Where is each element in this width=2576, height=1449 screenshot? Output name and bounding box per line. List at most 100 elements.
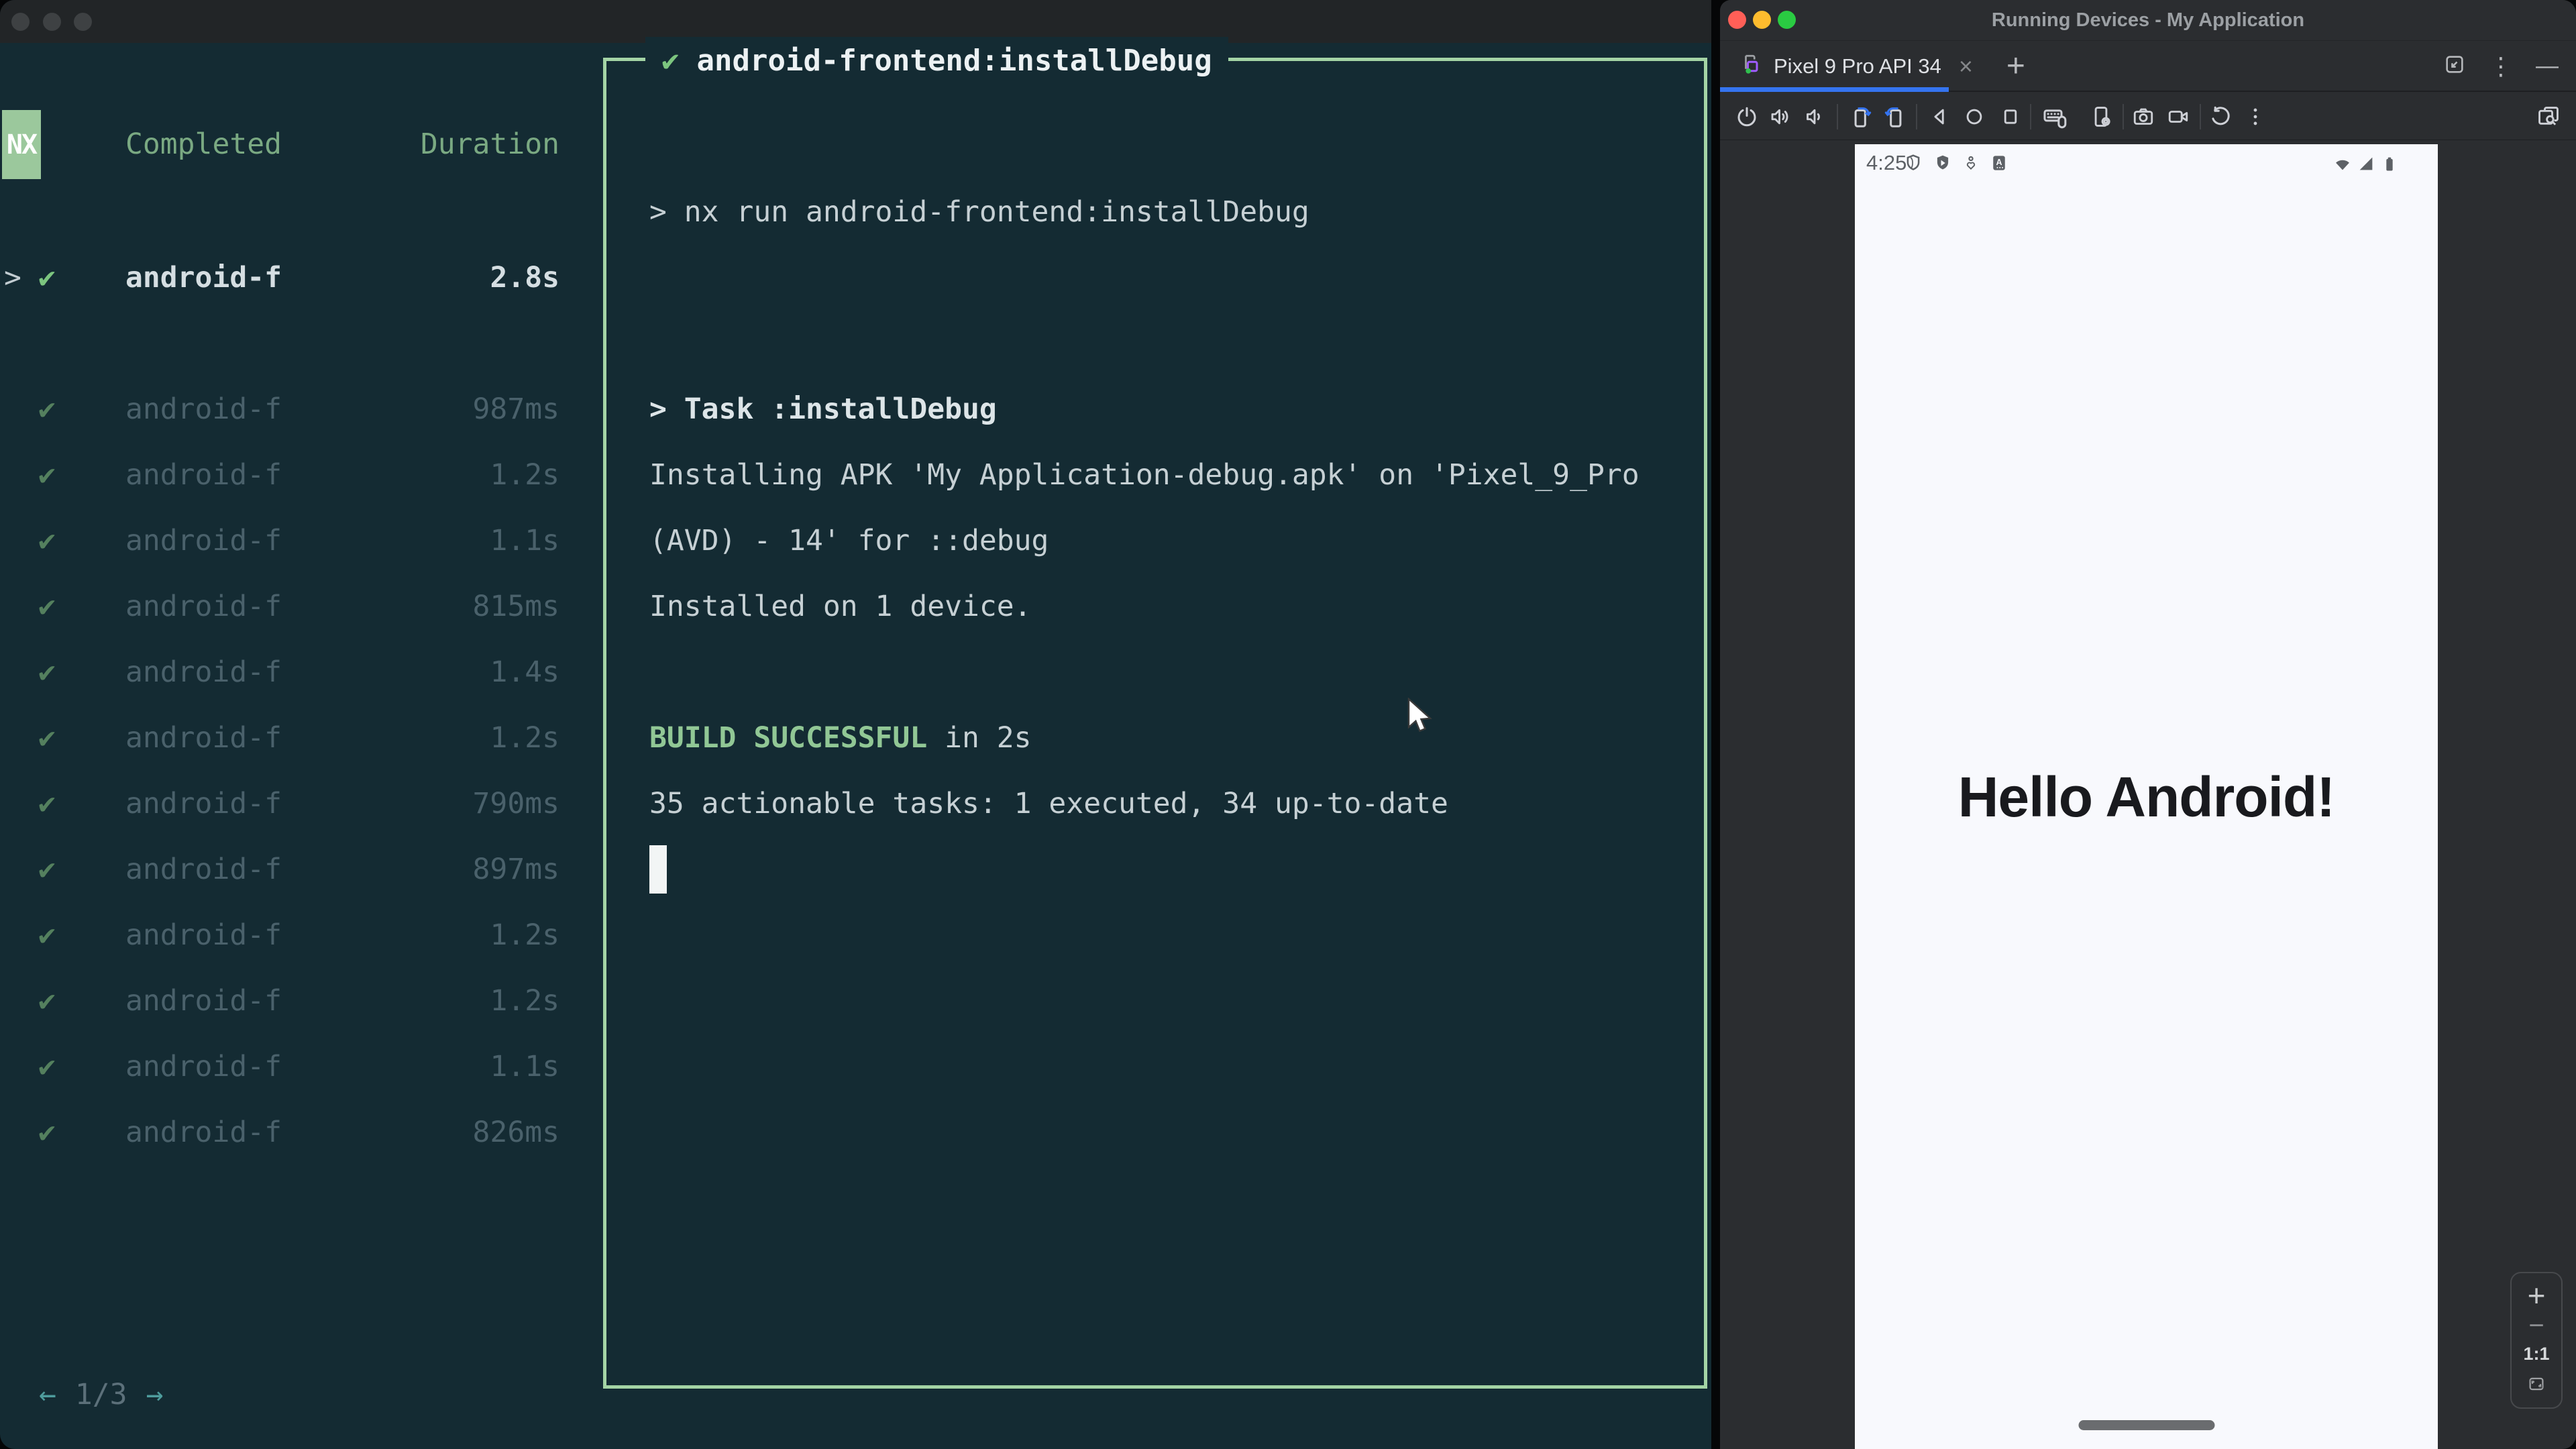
task-name[interactable]: android-f: [125, 245, 282, 311]
back-button[interactable]: [1925, 102, 1955, 131]
layout-inspector-button[interactable]: [2534, 102, 2563, 131]
task-row[interactable]: ✔ android-f 826ms: [0, 1099, 578, 1165]
task-row[interactable]: ✔ android-f 897ms: [0, 837, 578, 902]
hello-android-text: Hello Android!: [1957, 765, 2336, 828]
next-page-arrow[interactable]: →: [146, 1378, 164, 1411]
task-row[interactable]: ✔ android-f 1.2s: [0, 902, 578, 968]
close-traffic-light-inactive[interactable]: [11, 13, 30, 31]
check-icon: ✔: [38, 853, 56, 886]
toolbar-separator: [1837, 104, 1838, 129]
task-row[interactable]: ✔ android-f 1.1s: [0, 508, 578, 574]
task-name[interactable]: android-f: [125, 574, 282, 639]
task-row[interactable]: ✔ android-f 1.1s: [0, 1034, 578, 1099]
task-list-headers: Completed Duration: [0, 111, 578, 177]
autofill-icon: A: [1989, 153, 2009, 176]
actual-size-button[interactable]: 1:1: [2523, 1344, 2549, 1364]
tab-label[interactable]: Pixel 9 Pro API 34: [1774, 54, 1941, 78]
device-settings-button[interactable]: [2086, 102, 2116, 131]
status-bar-right-icons: [2333, 154, 2399, 176]
screenshot-button[interactable]: [2129, 102, 2158, 131]
task-duration: 1.4s: [490, 655, 559, 689]
terminal-cursor: [649, 845, 667, 894]
hide-window-icon[interactable]: —: [2536, 53, 2559, 79]
svg-text:A: A: [1996, 158, 2002, 167]
build-status-line: BUILD SUCCESSFUL in 2s: [649, 705, 1656, 771]
task-row[interactable]: ✔ android-f 790ms: [0, 771, 578, 837]
task-name[interactable]: android-f: [125, 771, 282, 837]
studio-titlebar[interactable]: Running Devices - My Application: [1720, 0, 2576, 41]
task-row[interactable]: ✔ android-f 1.2s: [0, 442, 578, 508]
toolbar-more-button[interactable]: [2241, 102, 2270, 131]
pagination: ← 1/3 →: [39, 1362, 163, 1428]
status-bar-left-icons: A: [1903, 153, 2009, 176]
volume-up-button[interactable]: [1766, 102, 1795, 131]
fit-to-window-button[interactable]: [2526, 1374, 2546, 1397]
installed-line: Installed on 1 device.: [649, 590, 1032, 623]
emulator-display[interactable]: 4:25 A Hello Android!: [1855, 144, 2438, 1449]
task-name[interactable]: android-f: [125, 1099, 282, 1165]
rotate-left-button[interactable]: [1846, 102, 1876, 131]
battery-icon: [2380, 154, 2399, 176]
task-duration: 1.1s: [490, 524, 559, 557]
task-list: ✔ android-f 987ms ✔ android-f 1.2s ✔ and…: [0, 376, 578, 1165]
zoom-controls-panel: + − 1:1: [2510, 1272, 2563, 1409]
terminal-box-title: ✔ android-frontend:installDebug: [645, 37, 1228, 85]
task-name[interactable]: android-f: [125, 442, 282, 508]
more-options-icon[interactable]: ⋮: [2489, 52, 2513, 80]
task-duration: 1.2s: [490, 721, 559, 755]
screen-record-button[interactable]: [2163, 102, 2193, 131]
task-row[interactable]: ✔ android-f 987ms: [0, 376, 578, 442]
completed-column-header: Completed: [125, 127, 282, 161]
page-indicator: 1/3: [74, 1378, 127, 1411]
task-row[interactable]: ✔ android-f 1.4s: [0, 639, 578, 705]
task-name[interactable]: android-f: [125, 1034, 282, 1099]
selected-task-row[interactable]: > ✔ android-f 2.8s: [0, 245, 578, 311]
terminal-output-box: ✔ android-frontend:installDebug > nx run …: [603, 37, 1707, 1389]
home-button[interactable]: [1960, 102, 1989, 131]
volume-down-button[interactable]: [1800, 102, 1829, 131]
task-name[interactable]: android-f: [125, 508, 282, 574]
task-name[interactable]: android-f: [125, 639, 282, 705]
build-successful-label: BUILD SUCCESSFUL: [649, 721, 928, 755]
hardware-input-button[interactable]: [2040, 102, 2070, 131]
task-name[interactable]: android-f: [125, 902, 282, 968]
zoom-out-button[interactable]: −: [2528, 1312, 2544, 1339]
expand-chevron-icon[interactable]: >: [4, 245, 21, 311]
task-name[interactable]: android-f: [125, 705, 282, 771]
task-name[interactable]: android-f: [125, 376, 282, 442]
mouse-cursor: [1406, 697, 1434, 740]
cellular-icon: [2357, 154, 2375, 176]
tasks-summary-line: 35 actionable tasks: 1 executed, 34 up-t…: [649, 787, 1448, 820]
new-tab-icon[interactable]: +: [2006, 48, 2025, 85]
power-button[interactable]: [1732, 102, 1762, 131]
task-duration: 987ms: [472, 392, 559, 426]
check-icon: ✔: [38, 1050, 56, 1083]
gesture-navigation-bar[interactable]: [2078, 1420, 2214, 1430]
rotate-right-button[interactable]: [1880, 102, 1910, 131]
task-name[interactable]: android-f: [125, 968, 282, 1034]
overview-button[interactable]: [1996, 102, 2025, 131]
restart-button[interactable]: [2206, 102, 2235, 131]
task-row[interactable]: ✔ android-f 815ms: [0, 574, 578, 639]
zoom-in-button[interactable]: +: [2528, 1280, 2546, 1311]
tab-pixel-9-pro[interactable]: Pixel 9 Pro API 34 × +: [1739, 42, 2025, 91]
minimize-traffic-light-inactive[interactable]: [43, 13, 61, 31]
check-icon: ✔: [38, 787, 56, 820]
toolbar-separator: [2123, 104, 2124, 129]
task-duration: 1.1s: [490, 1050, 559, 1083]
status-bar-clock: 4:25: [1866, 151, 1907, 174]
task-row[interactable]: ✔ android-f 1.2s: [0, 705, 578, 771]
task-duration: 1.2s: [490, 918, 559, 952]
zoom-traffic-light-inactive[interactable]: [74, 13, 92, 31]
task-name[interactable]: android-f: [125, 837, 282, 902]
task-duration: 897ms: [472, 853, 559, 886]
task-duration: 815ms: [472, 590, 559, 623]
collapse-window-icon[interactable]: [2443, 53, 2466, 79]
tab-close-icon[interactable]: ×: [1959, 52, 1973, 80]
toolbar-separator: [1916, 104, 1917, 129]
terminal-output[interactable]: > nx run android-frontend:installDebug >…: [649, 179, 1656, 911]
task-row[interactable]: ✔ android-f 1.2s: [0, 968, 578, 1034]
check-icon: ✔: [38, 524, 56, 557]
prev-page-arrow[interactable]: ←: [39, 1378, 56, 1411]
privacy-shield-icon: [1903, 153, 1923, 176]
